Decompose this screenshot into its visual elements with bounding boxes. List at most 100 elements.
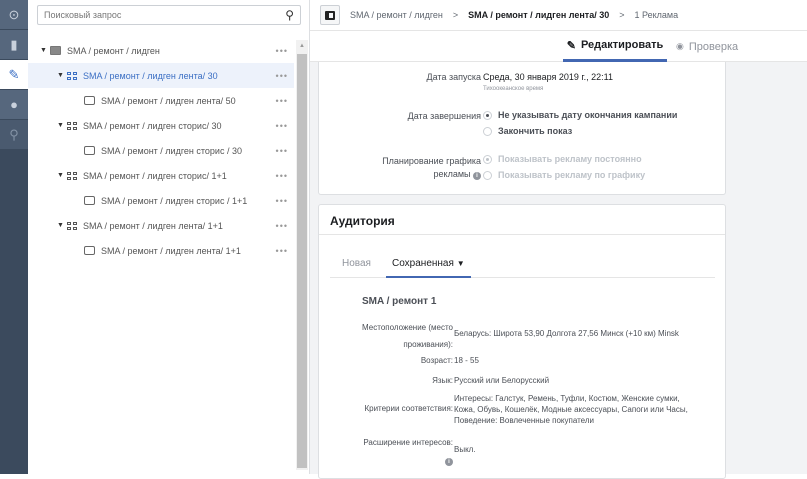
radio-by-schedule: Показывать рекламу по графику [483,170,645,180]
tab-saved-label: Сохраненная [392,258,454,269]
search-input[interactable]: Поисковый запрос ⚲ [37,5,301,25]
ad-icon [84,146,95,155]
more-options-icon[interactable]: ••• [276,221,288,231]
age-value: 18 - 55 [454,356,479,365]
breadcrumb-adset[interactable]: SMA / ремонт / лидген лента/ 30 [468,10,609,20]
ad-schedule-label: Планирование графика рекламы i [382,155,481,181]
end-date-label: Дата завершения [407,111,481,121]
tree-item[interactable]: ▼ SMA / ремонт / лидген сторис/ 30 ••• [28,113,294,138]
chevron-right-icon: > [619,10,625,20]
saved-audience-name: SMA / ремонт 1 [362,296,437,307]
start-date-value: Среда, 30 января 2019 г., 22:11 [483,72,613,82]
chart-icon[interactable]: ▮ [0,30,28,60]
info-icon[interactable]: i [473,172,481,180]
search-chart-icon[interactable]: ⚲ [0,120,28,150]
expand-icon[interactable]: ⊙ [0,0,28,30]
tree-item-label: SMA / ремонт / лидген сторис/ 1+1 [83,170,227,181]
more-options-icon[interactable]: ••• [276,171,288,181]
more-options-icon[interactable]: ••• [276,246,288,256]
tree-item-label: SMA / ремонт / лидген [67,45,160,56]
breadcrumb: SMA / ремонт / лидген > SMA / ремонт / л… [310,0,807,31]
radio-label: Показывать рекламу по графику [498,170,646,180]
adset-grid-icon [67,121,77,130]
schedule-card: Дата запуска Среда, 30 января 2019 г., 2… [318,62,726,195]
targeting-line: Интересы: Галстук, Ремень, Туфли, Костюм… [454,394,680,403]
caret-down-icon[interactable]: ▼ [57,172,67,179]
campaign-tree-panel: Поисковый запрос ⚲ ▼ SMA / ремонт / лидге… [28,0,310,474]
radio-label: Показывать рекламу постоянно [498,154,642,164]
caret-down-icon[interactable]: ▼ [57,222,67,229]
ad-icon [84,96,95,105]
caret-down-icon[interactable]: ▼ [57,122,67,129]
tree-item[interactable]: ▼ SMA / ремонт / лидген сторис/ 1+1 ••• [28,163,294,188]
location-label-line: Местоположение (место [362,323,453,332]
location-label-line: проживания): [403,340,453,349]
breadcrumb-ads[interactable]: 1 Реклама [635,10,679,20]
tree-item-label: SMA / ремонт / лидген сторис/ 30 [83,120,222,131]
radio-end-date[interactable]: Закончить показ [483,126,572,136]
tree-item[interactable]: SMA / ремонт / лидген лента/ 1+1 ••• [28,238,294,263]
tab-review[interactable]: ◉ Проверка [676,31,738,62]
search-icon[interactable]: ⚲ [285,8,294,22]
info-icon[interactable]: i [445,458,453,466]
interest-expansion-label-text: Расширение интересов: [363,438,453,447]
scrollbar[interactable]: ▲ [296,40,308,470]
tab-edit-label: Редактировать [580,39,664,51]
audience-title: Аудитория [319,205,725,235]
tree-item[interactable]: ▼ SMA / ремонт / лидген лента/ 30 ••• [28,63,294,88]
tree-item-label: SMA / ремонт / лидген сторис / 1+1 [101,195,248,206]
radio-icon[interactable] [483,126,492,136]
more-options-icon[interactable]: ••• [276,146,288,156]
tab-new-audience[interactable]: Новая [342,258,371,269]
tab-review-label: Проверка [688,40,739,53]
location-label: Местоположение (место проживания): [362,319,453,353]
caret-down-icon[interactable]: ▼ [57,72,67,79]
audience-tabs: Новая Сохраненная ▼ [330,251,715,278]
adset-grid-icon [67,171,77,180]
ad-schedule-label-line: рекламы [433,169,471,179]
more-options-icon[interactable]: ••• [276,71,288,81]
tree-item[interactable]: ▼ SMA / ремонт / лидген ••• [28,38,294,63]
tab-edit[interactable]: ✎ Редактировать [563,31,667,62]
tab-saved-audience[interactable]: Сохраненная ▼ [386,251,471,278]
ad-icon [84,196,95,205]
location-value: Беларусь: Широта 53,90 Долгота 27,56 Мин… [454,329,679,338]
panel-icon [325,10,335,20]
scroll-up-icon[interactable]: ▲ [299,43,305,49]
language-label: Язык: [432,376,453,385]
radio-label: Закончить показ [498,126,573,136]
radio-label: Не указывать дату окончания кампании [498,110,678,120]
radio-icon[interactable] [483,110,492,120]
more-options-icon[interactable]: ••• [276,96,288,106]
chevron-right-icon: > [452,10,459,20]
radio-no-end-date[interactable]: Не указывать дату окончания кампании [483,110,677,120]
scrollbar-thumb[interactable] [297,54,307,468]
ad-schedule-label-line: Планирование графика [382,156,481,166]
clock-icon[interactable]: ● [0,90,28,120]
targeting-line: Кожа, Обувь, Кошелёк, Модные аксессуары,… [454,405,688,414]
more-options-icon[interactable]: ••• [276,196,288,206]
tree-item-label: SMA / ремонт / лидген лента/ 1+1 [101,245,241,256]
tree-item[interactable]: ▼ SMA / ремонт / лидген лента/ 1+1 ••• [28,213,294,238]
ad-icon [84,246,95,255]
more-options-icon[interactable]: ••• [276,46,288,56]
targeting-value: Интересы: Галстук, Ремень, Туфли, Костюм… [454,393,688,426]
breadcrumb-campaign[interactable]: SMA / ремонт / лидген [350,10,443,20]
more-options-icon[interactable]: ••• [276,121,288,131]
radio-always: Показывать рекламу постоянно [483,154,642,164]
tree-item[interactable]: SMA / ремонт / лидген сторис / 30 ••• [28,138,294,163]
interest-expansion-label: Расширение интересов: i [363,434,453,470]
language-value: Русский или Белорусский [454,376,550,385]
editor-panel: SMA / ремонт / лидген > SMA / ремонт / л… [310,0,807,479]
tree-item[interactable]: SMA / ремонт / лидген сторис / 1+1 ••• [28,188,294,213]
toggle-panel-button[interactable] [320,5,340,25]
adset-grid-icon [67,71,77,80]
caret-down-icon[interactable]: ▼ [40,47,50,54]
interest-expansion-value: Выкл. [454,445,476,454]
search-placeholder: Поисковый запрос [44,10,122,20]
targeting-line: Поведение: Вовлеченные покупатели [454,416,594,425]
pencil-icon[interactable]: ✎ [0,60,28,90]
tree-item[interactable]: SMA / ремонт / лидген лента/ 50 ••• [28,88,294,113]
tree-item-label: SMA / ремонт / лидген лента/ 30 [83,70,218,81]
radio-icon [483,170,492,180]
